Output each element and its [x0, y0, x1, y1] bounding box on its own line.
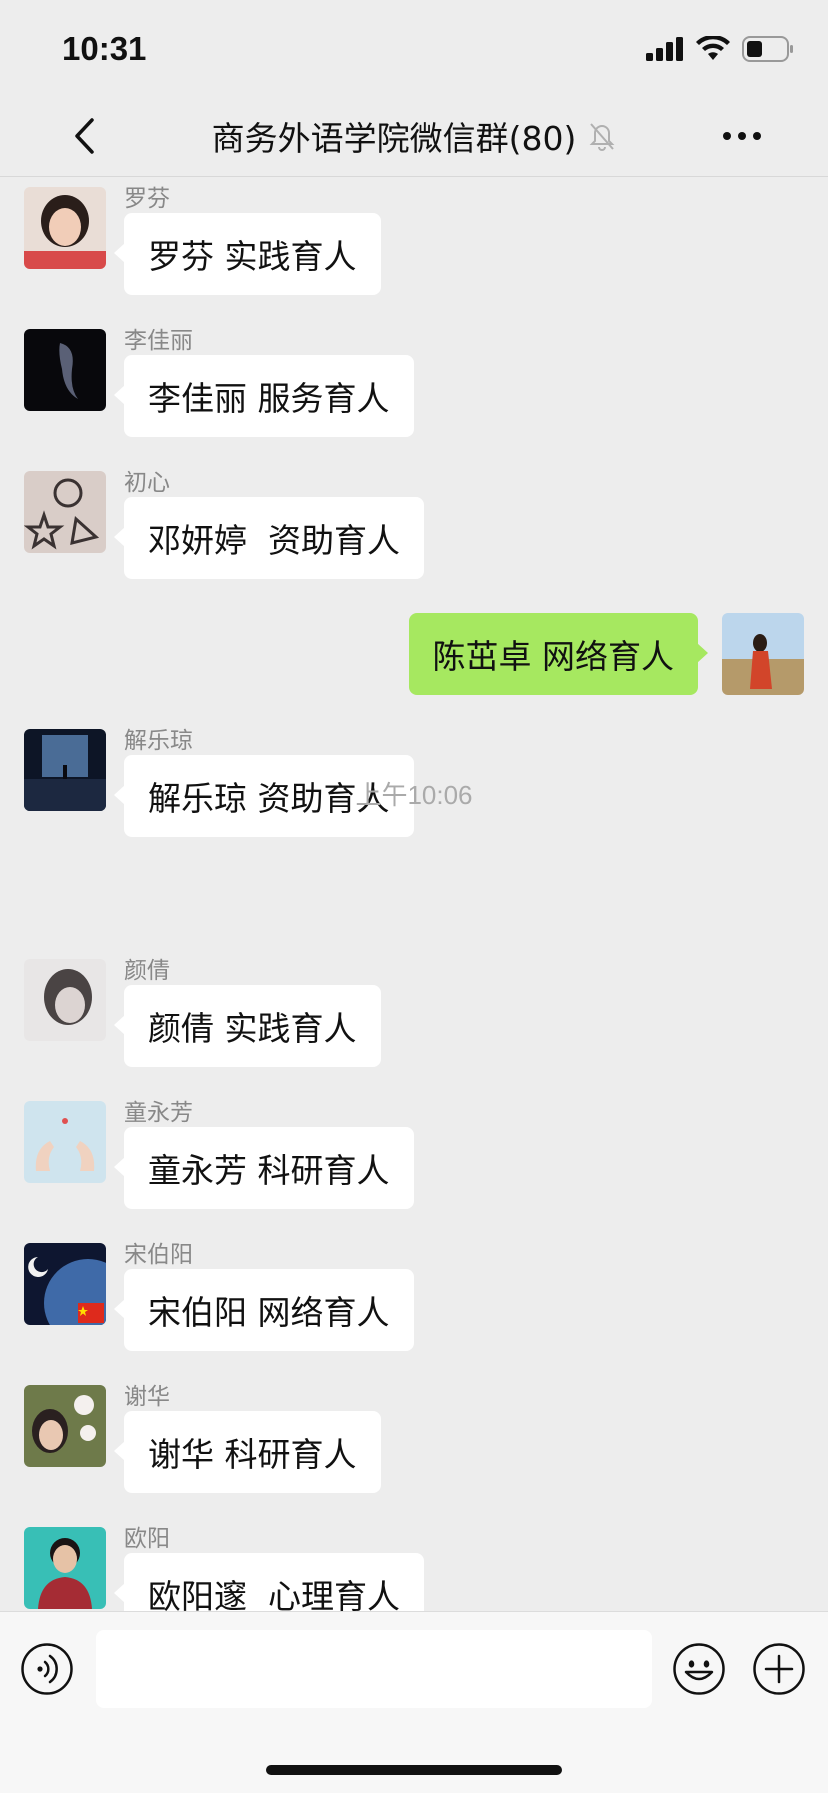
avatar[interactable]: [722, 613, 804, 695]
chat-area[interactable]: 罗芬 罗芬 实践育人 李佳丽 李佳丽 服务育人 初心 邓妍婷 资助育人 陈茁卓 …: [0, 177, 828, 1611]
sender-name: 童永芳: [124, 1100, 193, 1126]
message-bubble[interactable]: 童永芳 科研育人: [114, 1127, 414, 1209]
avatar[interactable]: [24, 1243, 106, 1325]
message-bubble[interactable]: 欧阳邃 心理育人: [114, 1553, 424, 1611]
avatar[interactable]: [24, 959, 106, 1041]
chat-timestamp: 上午10:06: [355, 780, 473, 810]
avatar[interactable]: [24, 187, 106, 269]
back-button[interactable]: [62, 110, 106, 162]
ellipsis-icon: [723, 132, 761, 140]
avatar[interactable]: [24, 1527, 106, 1609]
avatar[interactable]: [24, 329, 106, 411]
message-bubble[interactable]: 宋伯阳 网络育人: [114, 1269, 414, 1351]
cellular-signal-icon: [646, 37, 683, 61]
chat-title: 商务外语学院微信群(80): [211, 119, 577, 158]
avatar[interactable]: [24, 1101, 106, 1183]
input-bar: [0, 1611, 828, 1793]
sender-name: 李佳丽: [124, 328, 193, 354]
more-button[interactable]: [718, 116, 766, 156]
emoji-button[interactable]: [672, 1642, 726, 1696]
sender-name: 初心: [124, 470, 170, 496]
voice-button[interactable]: [20, 1642, 74, 1696]
sender-name: 解乐琼: [124, 728, 193, 754]
emoji-icon: [673, 1643, 725, 1695]
message-bubble[interactable]: 谢华 科研育人: [114, 1411, 381, 1493]
message-bubble[interactable]: 邓妍婷 资助育人: [114, 497, 424, 579]
status-time: 10:31: [62, 30, 147, 67]
wifi-icon: [696, 36, 730, 60]
message-bubble[interactable]: 罗芬 实践育人: [114, 213, 381, 295]
message-bubble[interactable]: 陈茁卓 网络育人: [408, 613, 708, 695]
home-indicator: [266, 1765, 562, 1775]
sender-name: 欧阳: [124, 1526, 170, 1552]
avatar[interactable]: [24, 471, 106, 553]
battery-icon: [742, 36, 793, 62]
nav-bar: 商务外语学院微信群(80): [0, 96, 828, 176]
chevron-left-icon: [75, 118, 94, 154]
nav-title-wrap: 商务外语学院微信群(80): [150, 96, 678, 176]
more-functions-button[interactable]: [752, 1642, 806, 1696]
avatar[interactable]: [24, 1385, 106, 1467]
sender-name: 宋伯阳: [124, 1242, 193, 1268]
sender-name: 颜倩: [124, 958, 170, 984]
status-bar: 10:31: [0, 0, 828, 96]
message-input[interactable]: [96, 1630, 652, 1708]
bell-slash-icon: [589, 123, 615, 151]
message-bubble[interactable]: 李佳丽 服务育人: [114, 355, 414, 437]
sender-name: 谢华: [124, 1384, 170, 1410]
status-icons: [646, 36, 794, 62]
message-bubble[interactable]: 颜倩 实践育人: [114, 985, 381, 1067]
voice-icon: [21, 1643, 73, 1695]
sender-name: 罗芬: [124, 186, 170, 212]
plus-circle-icon: [753, 1643, 805, 1695]
